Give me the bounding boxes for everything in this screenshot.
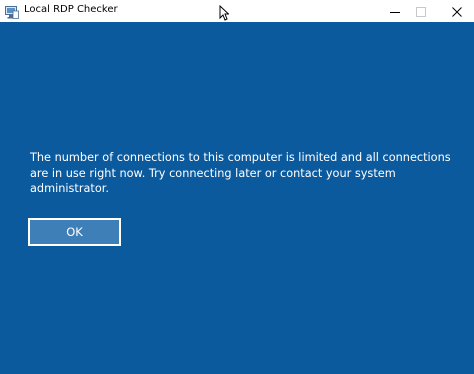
- dialog-client-area: The number of connections to this comput…: [0, 22, 474, 374]
- rdp-checker-window: Local RDP Checker The number of connecti…: [0, 0, 474, 374]
- maximize-icon: [416, 2, 426, 21]
- maximize-button[interactable]: [408, 0, 434, 22]
- ok-button[interactable]: OK: [28, 218, 121, 246]
- close-button[interactable]: [444, 0, 470, 22]
- minimize-icon: [390, 2, 400, 21]
- mouse-pointer-icon: [219, 4, 230, 21]
- rdp-app-icon: [5, 4, 19, 19]
- close-icon: [452, 2, 462, 21]
- title-bar[interactable]: Local RDP Checker: [0, 0, 474, 22]
- window-title: Local RDP Checker: [24, 4, 118, 15]
- minimize-button[interactable]: [382, 0, 408, 22]
- error-message: The number of connections to this comput…: [30, 151, 451, 195]
